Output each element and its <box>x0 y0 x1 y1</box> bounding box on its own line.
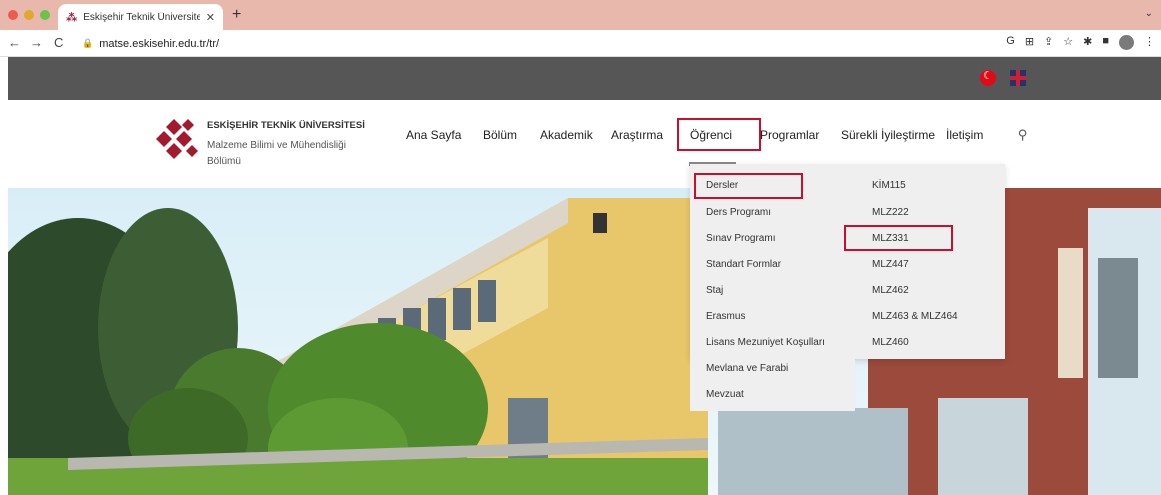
side-panel-icon[interactable]: ■ <box>1102 35 1109 50</box>
lock-icon: 🔒 <box>82 38 94 48</box>
dropdown-item-ders-programi[interactable]: Ders Programı <box>706 207 771 218</box>
menu-bolum[interactable]: Bölüm <box>483 128 517 142</box>
dropdown-item-standart-formlar[interactable]: Standart Formlar <box>706 259 781 270</box>
menu-programlar[interactable]: Programlar <box>760 128 819 142</box>
share-icon[interactable]: ⇪ <box>1044 35 1053 50</box>
university-logo-icon[interactable] <box>154 117 200 163</box>
university-name[interactable]: ESKİŞEHİR TEKNİK ÜNİVERSİTESİ <box>207 120 365 131</box>
dropdown-item-lisans-mezuniyet[interactable]: Lisans Mezuniyet Koşulları <box>706 337 825 348</box>
site-top-bar <box>8 57 1161 100</box>
menu-arastirma[interactable]: Araştırma <box>611 128 663 142</box>
highlight-mlz331 <box>844 225 953 251</box>
reload-button[interactable]: C <box>54 35 63 50</box>
dropdown-menu-extension: Mevlana ve Farabi Mevzuat <box>690 359 855 411</box>
back-button[interactable]: ← <box>8 35 21 50</box>
dropdown-item-mevzuat[interactable]: Mevzuat <box>706 389 744 400</box>
menu-ana-sayfa[interactable]: Ana Sayfa <box>406 128 461 142</box>
menu-iletisim[interactable]: İletişim <box>946 128 983 142</box>
dropdown-item-erasmus[interactable]: Erasmus <box>706 311 745 322</box>
profile-avatar[interactable] <box>1119 35 1134 50</box>
english-flag-icon[interactable] <box>1010 70 1026 86</box>
highlight-dersler <box>694 173 803 199</box>
dropdown-item-mevlana-farabi[interactable]: Mevlana ve Farabi <box>706 363 788 374</box>
more-menu-icon[interactable]: ⋮ <box>1144 35 1155 50</box>
translate-icon[interactable]: ⊞ <box>1025 35 1034 50</box>
google-icon[interactable]: G <box>1006 35 1015 50</box>
dropdown-item-mlz447[interactable]: MLZ447 <box>872 259 909 270</box>
browser-tab[interactable]: ⁂ Eskişehir Teknik Üniversitesi - ✕ <box>58 4 223 30</box>
tab-search-chevron-icon[interactable]: ⌄ <box>1145 8 1153 19</box>
dropdown-item-mlz463-464[interactable]: MLZ463 & MLZ464 <box>872 311 958 322</box>
extensions-puzzle-icon[interactable]: ✱ <box>1083 35 1092 50</box>
search-icon[interactable]: ⚲ <box>1018 127 1028 143</box>
dropdown-item-mlz462[interactable]: MLZ462 <box>872 285 909 296</box>
forward-button[interactable]: → <box>30 35 43 50</box>
dropdown-item-kim115[interactable]: KİM115 <box>872 180 906 191</box>
close-window-button[interactable] <box>8 10 18 20</box>
menu-akademik[interactable]: Akademik <box>540 128 593 142</box>
minimize-window-button[interactable] <box>24 10 34 20</box>
close-tab-icon[interactable]: ✕ <box>206 11 215 24</box>
highlight-ogrenci <box>677 118 761 151</box>
turkish-flag-icon[interactable] <box>980 69 996 86</box>
browser-tab-strip: ⁂ Eskişehir Teknik Üniversitesi - ✕ + ⌄ <box>0 0 1161 30</box>
dropdown-item-sinav-programi[interactable]: Sınav Programı <box>706 233 775 244</box>
department-name[interactable]: Malzeme Bilimi ve Mühendisliği Bölümü <box>207 138 377 170</box>
dropdown-item-mlz460[interactable]: MLZ460 <box>872 337 909 348</box>
browser-toolbar: ← → C 🔒 matse.eskisehir.edu.tr/tr/ G ⊞ ⇪… <box>0 30 1161 57</box>
address-bar[interactable]: 🔒 matse.eskisehir.edu.tr/tr/ <box>82 34 982 53</box>
tab-title: Eskişehir Teknik Üniversitesi - <box>83 11 200 23</box>
extension-icons: G ⊞ ⇪ ☆ ✱ ■ ⋮ <box>1006 35 1155 50</box>
new-tab-button[interactable]: + <box>232 6 241 24</box>
dropdown-item-mlz222[interactable]: MLZ222 <box>872 207 909 218</box>
site-favicon-icon: ⁂ <box>66 11 78 24</box>
maximize-window-button[interactable] <box>40 10 50 20</box>
menu-surekli-iyilestirme[interactable]: Sürekli İyileştirme <box>841 128 935 142</box>
bookmark-star-icon[interactable]: ☆ <box>1063 35 1073 50</box>
dropdown-item-staj[interactable]: Staj <box>706 285 723 296</box>
url-text: matse.eskisehir.edu.tr/tr/ <box>99 37 220 50</box>
